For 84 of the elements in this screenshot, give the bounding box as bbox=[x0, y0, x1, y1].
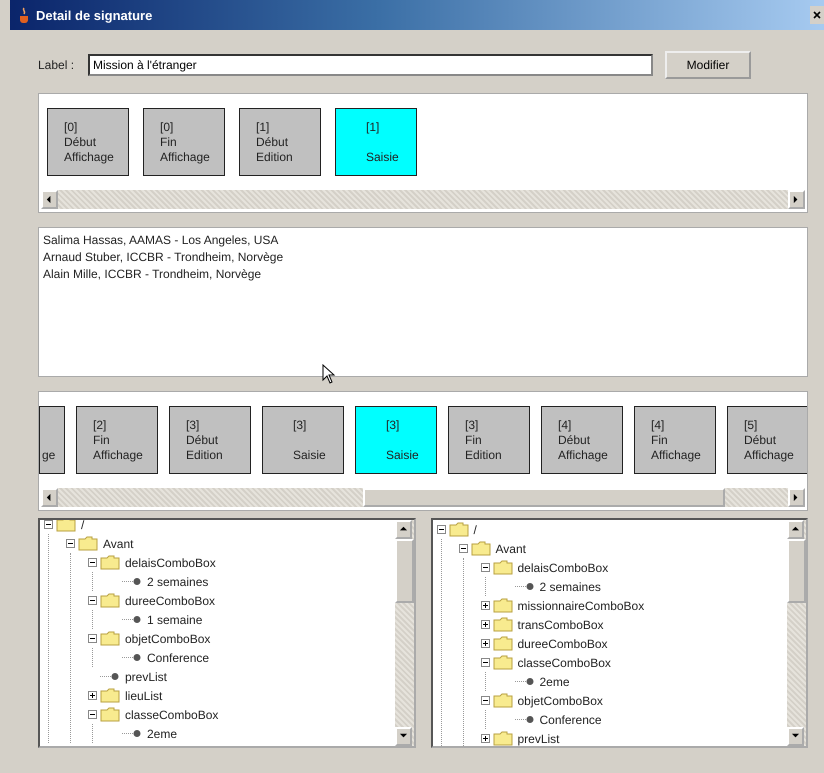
close-icon bbox=[813, 11, 821, 19]
close-button[interactable] bbox=[810, 6, 824, 24]
folder-icon bbox=[492, 731, 512, 746]
collapse-toggle[interactable] bbox=[66, 539, 75, 548]
tree-node[interactable]: / bbox=[474, 522, 477, 536]
collapse-toggle[interactable] bbox=[480, 563, 490, 572]
window-title: Detail de signature bbox=[36, 8, 154, 22]
tree-node[interactable]: / bbox=[81, 520, 84, 532]
folder-icon bbox=[448, 522, 468, 537]
folder-icon bbox=[78, 536, 98, 551]
cup-icon bbox=[18, 7, 30, 23]
vertical-scrollbar[interactable] bbox=[394, 520, 414, 746]
folder-icon bbox=[100, 707, 120, 722]
folder-icon bbox=[100, 555, 120, 570]
step-card[interactable]: [0] Début Affichage bbox=[47, 108, 129, 176]
folder-icon bbox=[100, 688, 120, 703]
tree-node[interactable]: 2 semaines bbox=[147, 574, 208, 588]
tree-node[interactable]: dureeComboBox bbox=[518, 636, 608, 650]
tree-node[interactable]: Avant bbox=[496, 542, 526, 556]
field-label: Label : bbox=[38, 58, 76, 72]
expand-toggle[interactable] bbox=[88, 691, 97, 700]
collapse-toggle[interactable] bbox=[88, 710, 97, 719]
expand-toggle[interactable] bbox=[480, 734, 490, 743]
collapse-toggle[interactable] bbox=[458, 544, 468, 553]
folder-icon bbox=[492, 693, 512, 708]
step-card[interactable]: [3] Fin Edition bbox=[448, 406, 530, 474]
expand-toggle[interactable] bbox=[480, 601, 490, 610]
tree-node[interactable]: classeComboBox bbox=[518, 656, 611, 670]
tree-node[interactable]: 2eme bbox=[147, 726, 178, 740]
folder-icon bbox=[492, 560, 512, 575]
tree-node[interactable]: prevList bbox=[518, 732, 560, 746]
step-card[interactable]: [1] Saisie bbox=[335, 108, 417, 176]
collapse-toggle[interactable] bbox=[480, 658, 490, 667]
participant-line: Arnaud Stuber, ICCBR - Trondheim, Norvège bbox=[43, 249, 284, 266]
tree-node[interactable]: objetComboBox bbox=[518, 694, 603, 708]
folder-icon bbox=[470, 541, 490, 556]
step-card[interactable]: [0] Fin Affichage bbox=[143, 108, 225, 176]
folder-icon bbox=[492, 598, 512, 613]
tree-node[interactable]: prevList bbox=[125, 670, 168, 684]
collapse-toggle[interactable] bbox=[480, 696, 490, 705]
step-card[interactable]: [5] Début Affichage bbox=[727, 406, 807, 474]
modify-button[interactable]: Modifier bbox=[665, 51, 751, 79]
participant-line: Alain Mille, ICCBR - Trondheim, Norvège bbox=[43, 266, 262, 283]
tree-node[interactable]: 2 semaines bbox=[540, 580, 601, 594]
tree-node[interactable]: dureeComboBox bbox=[125, 594, 216, 608]
tree-node[interactable]: transComboBox bbox=[518, 618, 604, 632]
label-input[interactable]: Mission à l'étranger bbox=[88, 54, 653, 76]
tree-node[interactable]: lieuList bbox=[125, 688, 162, 702]
collapse-toggle[interactable] bbox=[44, 520, 53, 529]
tree-node[interactable]: 1 semaine bbox=[147, 612, 202, 626]
expand-toggle[interactable] bbox=[480, 639, 490, 648]
tree-node[interactable]: Conference bbox=[147, 650, 210, 664]
folder-icon bbox=[492, 636, 512, 651]
tree-node[interactable]: missionnaireComboBox bbox=[518, 598, 644, 612]
tree-node[interactable]: Avant bbox=[103, 536, 134, 550]
participant-line: Salima Hassas, AAMAS - Los Angeles, USA bbox=[43, 232, 280, 249]
step-card[interactable]: [3] Saisie bbox=[355, 406, 437, 474]
horizontal-scrollbar[interactable] bbox=[41, 190, 805, 209]
step-card[interactable]: [2] Fin Affichage bbox=[76, 406, 158, 474]
tree-node[interactable]: classeComboBox bbox=[125, 708, 218, 722]
expand-toggle[interactable] bbox=[480, 620, 490, 629]
step-card[interactable]: [1] Début Edition bbox=[239, 108, 321, 176]
collapse-toggle[interactable] bbox=[88, 558, 97, 567]
folder-icon bbox=[492, 617, 512, 632]
horizontal-scrollbar[interactable] bbox=[41, 488, 805, 507]
tree-node[interactable]: 2eme bbox=[540, 674, 570, 688]
step-card[interactable]: [3] Saisie bbox=[262, 406, 344, 474]
step-card[interactable]: [3] Début Edition bbox=[169, 406, 251, 474]
collapse-toggle[interactable] bbox=[436, 525, 446, 534]
tree-node[interactable]: objetComboBox bbox=[125, 632, 210, 646]
folder-icon bbox=[56, 520, 76, 532]
folder-icon bbox=[492, 655, 512, 670]
tree-node[interactable]: delaisComboBox bbox=[125, 556, 216, 570]
folder-icon bbox=[100, 593, 120, 608]
step-card[interactable]: [4] Fin Affichage bbox=[634, 406, 716, 474]
cursor-icon bbox=[322, 364, 336, 384]
collapse-toggle[interactable] bbox=[88, 596, 97, 605]
step-card[interactable]: [4] Début Affichage bbox=[541, 406, 623, 474]
tree-node[interactable]: delaisComboBox bbox=[518, 560, 608, 574]
step-card[interactable]: ge bbox=[39, 406, 65, 474]
vertical-scrollbar[interactable] bbox=[787, 520, 806, 746]
collapse-toggle[interactable] bbox=[88, 634, 97, 643]
tree-node[interactable]: Conference bbox=[540, 712, 602, 726]
folder-icon bbox=[100, 631, 120, 646]
